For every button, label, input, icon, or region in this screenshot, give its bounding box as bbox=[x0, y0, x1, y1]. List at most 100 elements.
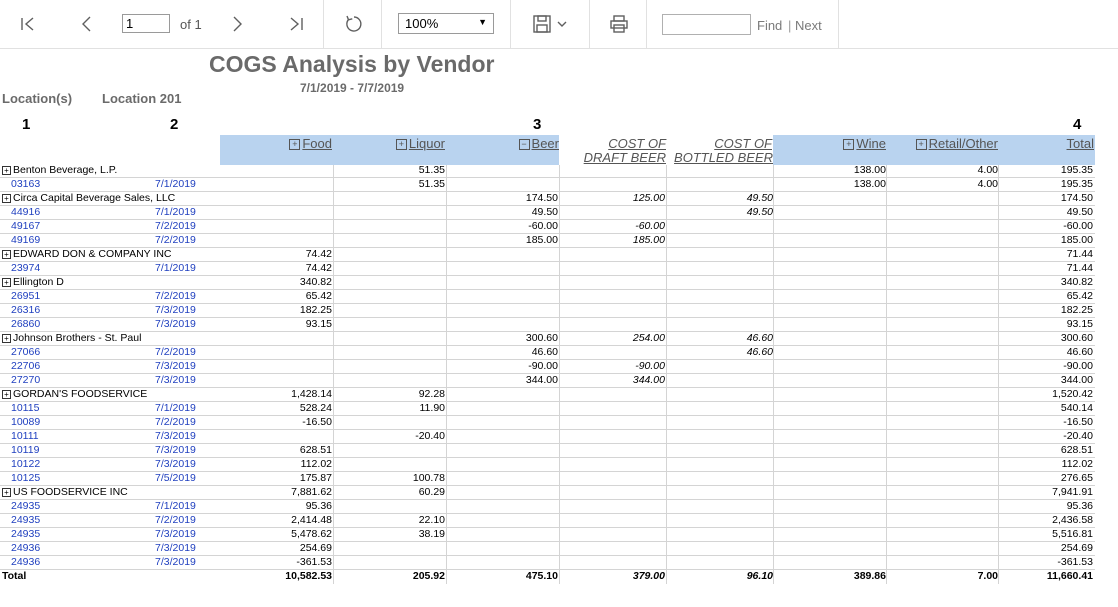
vendor-name[interactable]: + Benton Beverage, L.P. bbox=[2, 164, 117, 176]
document-date[interactable]: 7/2/2019 bbox=[155, 234, 196, 246]
document-date[interactable]: 7/3/2019 bbox=[155, 318, 196, 330]
column-header-wine[interactable]: + Wine bbox=[843, 136, 886, 151]
print-button[interactable] bbox=[607, 12, 631, 36]
amount-cell: 22.10 bbox=[418, 514, 445, 526]
vendor-name[interactable]: + US FOODSERVICE INC bbox=[2, 486, 128, 498]
document-date[interactable]: 7/1/2019 bbox=[155, 402, 196, 414]
expand-icon[interactable]: + bbox=[843, 139, 855, 150]
expand-icon[interactable]: + bbox=[2, 250, 11, 259]
zoom-select[interactable]: 100% ▼ bbox=[398, 13, 494, 34]
document-date[interactable]: 7/1/2019 bbox=[155, 206, 196, 218]
column-header-retail[interactable]: + Retail/Other bbox=[915, 136, 998, 151]
column-header-food[interactable]: + Food bbox=[289, 136, 332, 151]
document-number-link[interactable]: 10122 bbox=[11, 458, 40, 470]
expand-icon[interactable]: + bbox=[2, 278, 11, 287]
document-number-link[interactable]: 24935 bbox=[11, 500, 40, 512]
vendor-name[interactable]: + Circa Capital Beverage Sales, LLC bbox=[2, 192, 175, 204]
callout-marker: 1 bbox=[22, 116, 31, 133]
document-number-link[interactable]: 26860 bbox=[11, 318, 40, 330]
export-button[interactable] bbox=[529, 12, 571, 36]
document-number-link[interactable]: 10115 bbox=[11, 402, 39, 414]
document-number-link[interactable]: 27066 bbox=[11, 346, 40, 358]
vendor-name[interactable]: + Ellington D bbox=[2, 276, 64, 288]
document-date[interactable]: 7/3/2019 bbox=[155, 444, 196, 456]
save-icon bbox=[533, 15, 551, 33]
previous-page-button[interactable] bbox=[76, 12, 96, 36]
document-number-link[interactable]: 23974 bbox=[11, 262, 40, 274]
last-page-button[interactable] bbox=[286, 12, 306, 36]
refresh-button[interactable] bbox=[342, 12, 366, 36]
amount-cell: 5,478.62 bbox=[291, 528, 332, 540]
document-number-link[interactable]: 03163 bbox=[11, 178, 40, 190]
vendor-name[interactable]: + GORDAN'S FOODSERVICE bbox=[2, 388, 147, 400]
document-date[interactable]: 7/3/2019 bbox=[155, 458, 196, 470]
column-header-liquor[interactable]: + Liquor bbox=[395, 136, 445, 151]
document-date[interactable]: 7/1/2019 bbox=[155, 500, 196, 512]
document-date[interactable]: 7/1/2019 bbox=[155, 262, 196, 274]
vendor-name[interactable]: + Johnson Brothers - St. Paul bbox=[2, 332, 141, 344]
document-date[interactable]: 7/2/2019 bbox=[155, 514, 196, 526]
document-number-link[interactable]: 27270 bbox=[11, 374, 40, 386]
expand-icon[interactable]: + bbox=[2, 390, 11, 399]
amount-cell: 51.35 bbox=[418, 178, 445, 190]
vendor-row: + EDWARD DON & COMPANY INC 74.42 71.44 bbox=[0, 248, 1095, 262]
document-date[interactable]: 7/2/2019 bbox=[155, 290, 196, 302]
first-page-button[interactable] bbox=[18, 12, 38, 36]
expand-icon[interactable]: + bbox=[289, 139, 301, 150]
next-page-button[interactable] bbox=[228, 12, 248, 36]
vendor-name-label: EDWARD DON & COMPANY INC bbox=[13, 248, 172, 260]
amount-cell: 182.25 bbox=[1060, 304, 1093, 316]
document-number-link[interactable]: 10111 bbox=[11, 430, 39, 442]
find-separator: | bbox=[788, 18, 792, 33]
find-link[interactable]: Find bbox=[757, 18, 782, 33]
amount-cell: 112.02 bbox=[300, 458, 332, 470]
document-number-link[interactable]: 26316 bbox=[11, 304, 40, 316]
column-header-total[interactable]: Total bbox=[1067, 136, 1094, 151]
document-date[interactable]: 7/3/2019 bbox=[155, 360, 196, 372]
document-number-link[interactable]: 24936 bbox=[11, 542, 40, 554]
document-date[interactable]: 7/3/2019 bbox=[155, 374, 196, 386]
document-number-link[interactable]: 10119 bbox=[11, 444, 39, 456]
document-date[interactable]: 7/3/2019 bbox=[155, 304, 196, 316]
amount-cell: 11.90 bbox=[419, 402, 446, 414]
document-date[interactable]: 7/2/2019 bbox=[155, 220, 196, 232]
vendor-name-label: GORDAN'S FOODSERVICE bbox=[13, 388, 148, 400]
first-page-icon bbox=[21, 17, 34, 31]
document-date[interactable]: 7/3/2019 bbox=[155, 542, 196, 554]
expand-icon[interactable]: + bbox=[395, 139, 407, 150]
amount-cell: 74.42 bbox=[305, 262, 332, 274]
document-number-link[interactable]: 26951 bbox=[11, 290, 40, 302]
column-header-beer[interactable]: − Beer bbox=[518, 136, 559, 151]
next-link[interactable]: Next bbox=[795, 18, 822, 33]
collapse-icon[interactable]: − bbox=[518, 139, 530, 150]
document-number-link[interactable]: 10125 bbox=[11, 472, 40, 484]
document-date[interactable]: 7/2/2019 bbox=[155, 416, 196, 428]
document-number-link[interactable]: 24935 bbox=[11, 528, 40, 540]
document-date[interactable]: 7/3/2019 bbox=[155, 430, 196, 442]
document-number-link[interactable]: 24935 bbox=[11, 514, 40, 526]
amount-cell: 71.44 bbox=[1066, 248, 1093, 260]
document-number-link[interactable]: 49167 bbox=[11, 220, 40, 232]
document-row: 10111 7/3/2019 -20.40 -20.40 bbox=[0, 430, 1095, 444]
document-date[interactable]: 7/2/2019 bbox=[155, 346, 196, 358]
expand-icon[interactable]: + bbox=[2, 488, 11, 497]
document-number-link[interactable]: 24936 bbox=[11, 556, 40, 568]
document-number-link[interactable]: 22706 bbox=[11, 360, 40, 372]
document-date[interactable]: 7/5/2019 bbox=[155, 472, 196, 484]
expand-icon[interactable]: + bbox=[2, 194, 11, 203]
expand-icon[interactable]: + bbox=[2, 334, 11, 343]
amount-cell: 2,436.58 bbox=[1052, 514, 1093, 526]
document-number-link[interactable]: 49169 bbox=[11, 234, 40, 246]
document-date[interactable]: 7/1/2019 bbox=[155, 178, 196, 190]
expand-icon[interactable]: + bbox=[915, 139, 927, 150]
document-date[interactable]: 7/3/2019 bbox=[155, 556, 196, 568]
find-input[interactable] bbox=[662, 14, 751, 35]
vendor-name[interactable]: + EDWARD DON & COMPANY INC bbox=[2, 248, 171, 260]
document-date[interactable]: 7/3/2019 bbox=[155, 528, 196, 540]
document-number-link[interactable]: 10089 bbox=[11, 416, 40, 428]
total-amount-cell: 389.86 bbox=[853, 570, 886, 582]
expand-icon[interactable]: + bbox=[2, 166, 11, 175]
amount-cell: 1,520.42 bbox=[1052, 388, 1093, 400]
document-number-link[interactable]: 44916 bbox=[11, 206, 40, 218]
page-number-input[interactable] bbox=[122, 14, 170, 33]
